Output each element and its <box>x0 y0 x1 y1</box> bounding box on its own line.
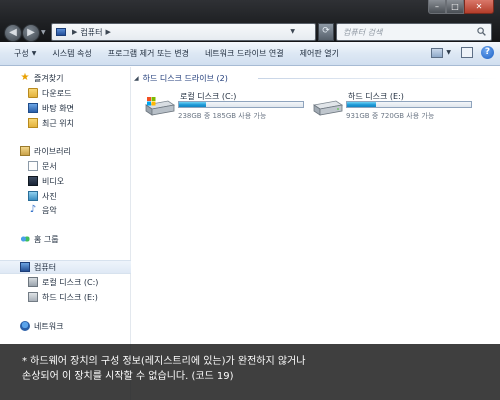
star-icon: ★ <box>20 72 30 83</box>
change-view-icon[interactable] <box>431 47 444 58</box>
drive-tile-local-disk-c[interactable]: 로컬 디스크 (C:) 238GB 중 185GB 사용 가능 <box>144 91 314 125</box>
search-input[interactable]: 컴퓨터 검색 <box>336 23 492 41</box>
maximize-button[interactable]: □ <box>446 0 464 14</box>
view-options-chevron-icon[interactable]: ▼ <box>446 49 451 56</box>
sidebar-item-label: 바탕 화면 <box>42 103 74 113</box>
organize-label: 구성 <box>14 49 29 58</box>
drive-usage-fill <box>179 102 207 107</box>
documents-icon <box>28 161 38 171</box>
window-controls: – □ ✕ <box>428 0 494 14</box>
downloads-folder-icon <box>28 88 38 98</box>
drive-usage-bar <box>346 101 472 108</box>
sidebar-item-label: 하드 디스크 (E:) <box>42 292 98 302</box>
caption-line-1: * 하드웨어 장치의 구성 정보(레지스트리에 있는)가 완전하지 않거나 <box>22 356 306 367</box>
back-button[interactable]: ◀ <box>4 24 22 42</box>
close-button[interactable]: ✕ <box>464 0 494 14</box>
network-icon <box>20 321 30 331</box>
sidebar-item-music[interactable]: ♪ 음악 <box>0 203 131 217</box>
error-caption-text: * 하드웨어 장치의 구성 정보(레지스트리에 있는)가 완전하지 않거나 손상… <box>22 354 482 384</box>
uninstall-program-button[interactable]: 프로그램 제거 또는 변경 <box>108 48 189 59</box>
sidebar-item-label: 네트워크 <box>34 321 64 331</box>
desktop-icon <box>28 103 38 113</box>
sidebar-item-downloads[interactable]: 다운로드 <box>0 86 131 100</box>
address-dropdown-icon[interactable]: ▼ <box>290 25 295 39</box>
sidebar-item-label: 최근 위치 <box>42 118 74 128</box>
forward-button[interactable]: ▶ <box>22 24 40 42</box>
back-arrow-icon: ◀ <box>9 27 17 38</box>
group-divider <box>258 78 498 79</box>
group-title: 하드 디스크 드라이브 (2) <box>142 73 228 83</box>
sidebar-item-videos[interactable]: 비디오 <box>0 174 131 188</box>
music-icon: ♪ <box>29 204 37 215</box>
help-icon[interactable]: ? <box>481 46 494 59</box>
sidebar-item-recent-places[interactable]: 최근 위치 <box>0 116 131 130</box>
sidebar-item-label: 음악 <box>42 205 57 215</box>
sidebar-item-pictures[interactable]: 사진 <box>0 189 131 203</box>
sidebar-item-label: 라이브러리 <box>34 146 71 156</box>
sidebar-item-label: 홈 그룹 <box>34 234 59 244</box>
view-controls: ▼ ? <box>431 46 494 59</box>
explorer-window: – □ ✕ ◀ ▶ ▼ ▶ 컴퓨터 ▶ ▼ ⟳ 컴퓨터 검색 구성 ▼ 시스템 … <box>0 0 500 400</box>
chevron-down-icon: ▼ <box>31 50 37 57</box>
drive-space-info: 931GB 중 720GB 사용 가능 <box>346 112 435 120</box>
title-bar: – □ ✕ ◀ ▶ ▼ ▶ 컴퓨터 ▶ ▼ ⟳ 컴퓨터 검색 <box>0 0 500 42</box>
videos-icon <box>28 176 38 186</box>
breadcrumb-separator-icon[interactable]: ▶ <box>105 28 110 36</box>
drive-tile-hard-disk-e[interactable]: 하드 디스크 (E:) 931GB 중 720GB 사용 가능 <box>312 91 482 125</box>
caption-line-2: 손상되어 이 장치를 시작할 수 없습니다. (코드 19) <box>22 371 234 382</box>
library-icon <box>20 146 30 156</box>
computer-icon <box>20 262 30 272</box>
sidebar-item-libraries[interactable]: 라이브러리 <box>0 144 131 158</box>
error-caption-overlay: * 하드웨어 장치의 구성 정보(레지스트리에 있는)가 완전하지 않거나 손상… <box>0 344 500 400</box>
drive-usage-fill <box>347 102 376 107</box>
open-control-panel-button[interactable]: 제어판 열기 <box>300 48 339 59</box>
drive-usage-bar <box>178 101 304 108</box>
sidebar-item-label: 사진 <box>42 191 57 201</box>
refresh-button[interactable]: ⟳ <box>318 23 334 41</box>
command-bar: 구성 ▼ 시스템 속성 프로그램 제거 또는 변경 네트워크 드라이브 연결 제… <box>0 42 500 66</box>
preview-pane-icon[interactable] <box>461 47 473 58</box>
sidebar-item-label: 다운로드 <box>42 88 72 98</box>
sidebar-item-label: 컴퓨터 <box>34 262 57 272</box>
pictures-icon <box>28 191 38 201</box>
local-disk-icon <box>28 277 38 287</box>
sidebar-item-label: 비디오 <box>42 176 65 186</box>
forward-arrow-icon: ▶ <box>27 27 35 38</box>
windows-drive-icon <box>144 97 176 116</box>
address-bar[interactable]: ▶ 컴퓨터 ▶ ▼ <box>51 23 316 41</box>
search-placeholder: 컴퓨터 검색 <box>343 28 383 37</box>
sidebar-item-hard-disk-e[interactable]: 하드 디스크 (E:) <box>0 290 131 304</box>
computer-icon <box>56 28 66 36</box>
collapse-triangle-icon[interactable]: ◢ <box>134 75 139 82</box>
sidebar-item-label: 즐겨찾기 <box>34 73 64 83</box>
system-properties-button[interactable]: 시스템 속성 <box>52 48 91 59</box>
organize-menu[interactable]: 구성 ▼ <box>14 48 36 59</box>
breadcrumb-computer[interactable]: 컴퓨터 <box>80 27 102 38</box>
homegroup-icon <box>20 234 30 244</box>
sidebar-item-network[interactable]: 네트워크 <box>0 319 131 333</box>
sidebar-item-local-disk-c[interactable]: 로컬 디스크 (C:) <box>0 275 131 289</box>
recent-places-icon <box>28 118 38 128</box>
hard-drive-icon <box>312 100 344 116</box>
drive-space-info: 238GB 중 185GB 사용 가능 <box>178 112 267 120</box>
sidebar-item-homegroup[interactable]: 홈 그룹 <box>0 232 131 246</box>
hard-disk-drives-group-header[interactable]: ◢ 하드 디스크 드라이브 (2) <box>134 72 498 84</box>
refresh-icon: ⟳ <box>322 26 330 36</box>
sidebar-item-desktop[interactable]: 바탕 화면 <box>0 101 131 115</box>
history-dropdown-icon[interactable]: ▼ <box>41 29 46 36</box>
map-network-drive-button[interactable]: 네트워크 드라이브 연결 <box>205 48 284 59</box>
sidebar-item-label: 로컬 디스크 (C:) <box>42 277 99 287</box>
sidebar-item-label: 문서 <box>42 161 57 171</box>
sidebar-item-computer[interactable]: 컴퓨터 <box>0 260 131 274</box>
minimize-button[interactable]: – <box>428 0 446 14</box>
search-icon <box>477 27 486 36</box>
sidebar-item-favorites[interactable]: ★ 즐겨찾기 <box>0 71 131 85</box>
sidebar-item-documents[interactable]: 문서 <box>0 159 131 173</box>
breadcrumb-separator-icon[interactable]: ▶ <box>72 28 77 36</box>
hard-disk-icon <box>28 292 38 302</box>
